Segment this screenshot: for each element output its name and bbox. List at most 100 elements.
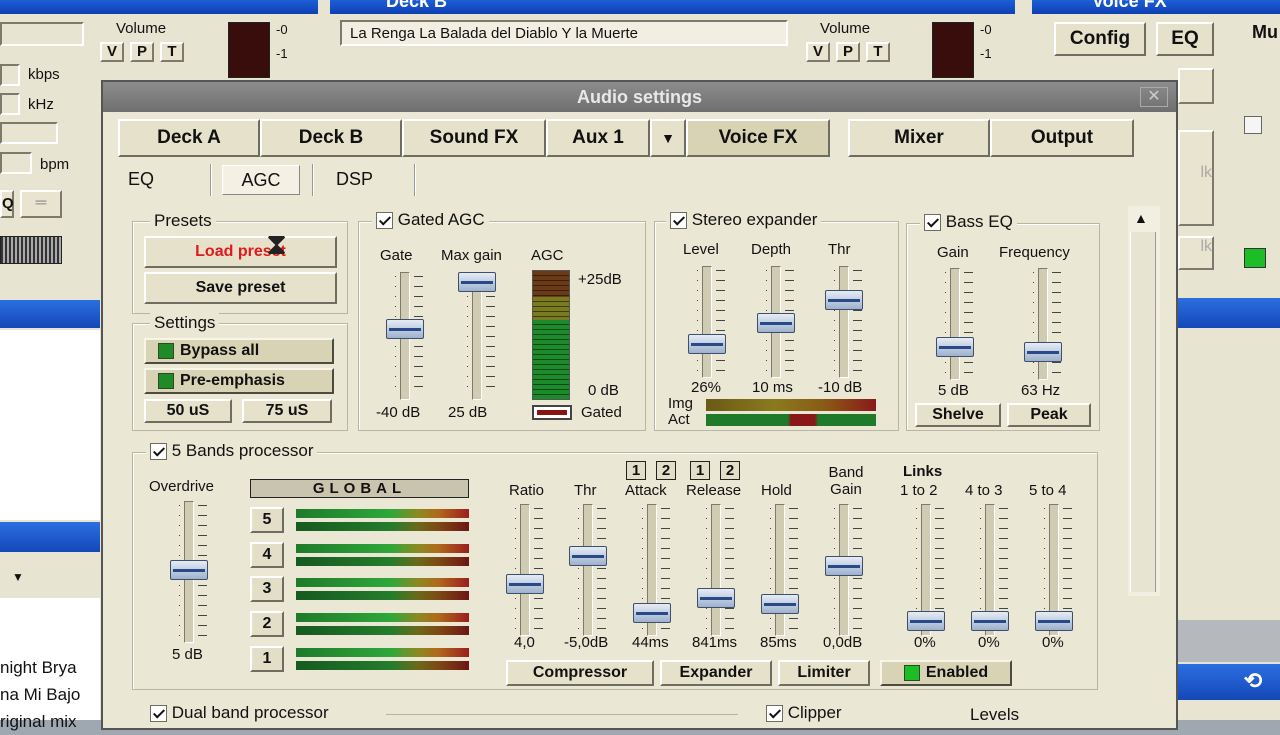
enabled-toggle[interactable]: Enabled [880, 660, 1012, 686]
tab-sound-fx[interactable]: Sound FX [402, 119, 546, 157]
release-slider-track[interactable] [711, 504, 721, 636]
level-slider-track[interactable] [702, 266, 712, 378]
q-button[interactable]: Q [0, 190, 14, 218]
frequency-slider-thumb[interactable] [1024, 342, 1062, 362]
save-preset-button[interactable]: Save preset [144, 272, 337, 304]
band-5-button[interactable]: 5 [250, 507, 284, 533]
link54-slider-thumb[interactable] [1035, 611, 1073, 631]
tab-deck-a[interactable]: Deck A [118, 119, 260, 157]
scroll-thumb[interactable] [1130, 232, 1156, 592]
tab-voice-fx[interactable]: Voice FX [686, 119, 830, 157]
bass-gain-slider-track[interactable] [950, 268, 960, 380]
v-button[interactable]: V [100, 42, 124, 62]
subtab-dsp[interactable]: DSP [336, 169, 373, 190]
close-icon[interactable]: ✕ [1140, 87, 1168, 107]
attack-1-button[interactable]: 1 [626, 461, 646, 480]
agc-meter [532, 270, 570, 400]
v-button[interactable]: V [806, 42, 830, 62]
expander-button[interactable]: Expander [660, 660, 772, 686]
tab-mixer[interactable]: Mixer [848, 119, 990, 157]
bands-thr-slider-thumb[interactable] [569, 546, 607, 566]
maxgain-slider-thumb[interactable] [458, 272, 496, 292]
band-gain-value: 0,0dB [823, 634, 863, 651]
equal-button[interactable]: ═ [20, 190, 62, 218]
depth-slider-thumb[interactable] [757, 313, 795, 333]
bypass-all-toggle[interactable]: Bypass all [144, 338, 334, 364]
list-item[interactable]: na Mi Bajo [0, 681, 100, 708]
config-button[interactable]: Config [1054, 22, 1146, 56]
agc-label: AGC [531, 247, 564, 264]
link43-slider-thumb[interactable] [971, 611, 1009, 631]
ratio-slider-thumb[interactable] [506, 574, 544, 594]
pre-emphasis-toggle[interactable]: Pre-emphasis [144, 368, 334, 394]
dual-band-group-line [386, 714, 738, 715]
ratio-slider-track[interactable] [520, 504, 530, 636]
frequency-slider-track[interactable] [1038, 268, 1048, 380]
chevron-down-icon[interactable]: ▼ [12, 570, 24, 584]
hold-slider-thumb[interactable] [761, 594, 799, 614]
band-2-button[interactable]: 2 [250, 611, 284, 637]
vu-ticks-left: -0 -1 [276, 18, 288, 66]
clipper-checkbox[interactable] [766, 705, 783, 723]
bass-eq-checkbox[interactable] [924, 214, 941, 232]
attack-slider-thumb[interactable] [633, 603, 671, 623]
release-2-button[interactable]: 2 [720, 461, 740, 480]
hold-slider-track[interactable] [775, 504, 785, 636]
link-1to2-label: 1 to 2 [900, 482, 938, 499]
band-gain-slider-thumb[interactable] [825, 556, 863, 576]
stereo-expander-header: Stereo expander [666, 210, 822, 230]
band-1-button[interactable]: 1 [250, 646, 284, 672]
attack-value: 44ms [632, 634, 669, 651]
gate-slider-thumb[interactable] [386, 319, 424, 339]
shelve-button[interactable]: Shelve [915, 403, 1001, 427]
compressor-button[interactable]: Compressor [506, 660, 654, 686]
voice-eq-button[interactable]: EQ [1156, 22, 1214, 56]
peak-button[interactable]: Peak [1007, 403, 1091, 427]
scroll-up-arrow-icon[interactable]: ▲ [1134, 210, 1148, 226]
agc-meter-amber [533, 296, 569, 320]
link54-value: 0% [1042, 634, 1064, 651]
p-button[interactable]: P [130, 42, 154, 62]
load-preset-button[interactable]: Load preset [144, 236, 337, 268]
attack-2-button[interactable]: 2 [656, 461, 676, 480]
band-4-button[interactable]: 4 [250, 542, 284, 568]
t-button[interactable]: T [160, 42, 184, 62]
right-small-check[interactable] [1244, 116, 1262, 134]
p-button[interactable]: P [836, 42, 860, 62]
vertical-scrollbar[interactable]: ▲ [1128, 206, 1160, 596]
deck-a-track-field[interactable] [0, 22, 84, 46]
list-item[interactable]: riginal mix [0, 708, 100, 735]
release-1-button[interactable]: 1 [690, 461, 710, 480]
talk-button-1[interactable]: lk [1178, 130, 1214, 226]
level-slider-thumb[interactable] [688, 334, 726, 354]
stereo-thr-slider-track[interactable] [839, 266, 849, 378]
dual-band-checkbox[interactable] [150, 705, 167, 723]
talk-button-2[interactable]: lk [1178, 236, 1214, 270]
t-button[interactable]: T [866, 42, 890, 62]
gated-indicator [532, 405, 572, 420]
link12-slider-thumb[interactable] [907, 611, 945, 631]
bypass-label: Bypass all [180, 342, 260, 359]
stereo-expander-checkbox[interactable] [670, 212, 687, 230]
release-slider-thumb[interactable] [697, 588, 735, 608]
gated-agc-checkbox[interactable] [376, 212, 393, 230]
voice-side-btn-1[interactable] [1178, 68, 1214, 104]
band-3-button[interactable]: 3 [250, 576, 284, 602]
tab-aux-1[interactable]: Aux 1 [546, 119, 650, 157]
tab-deck-b[interactable]: Deck B [260, 119, 402, 157]
overdrive-slider-thumb[interactable] [170, 560, 208, 580]
bass-gain-slider-thumb[interactable] [936, 337, 974, 357]
max-gain-label: Max gain [441, 247, 502, 264]
five-bands-checkbox[interactable] [150, 443, 167, 461]
subtab-agc[interactable]: AGC [222, 165, 300, 195]
aux-dropdown-button[interactable]: ▼ [650, 119, 686, 157]
stereo-thr-slider-thumb[interactable] [825, 290, 863, 310]
bands-thr-slider-track[interactable] [583, 504, 593, 636]
list-item[interactable]: night Brya [0, 654, 100, 681]
limiter-button[interactable]: Limiter [778, 660, 870, 686]
50us-button[interactable]: 50 uS [144, 399, 232, 423]
refresh-icon[interactable]: ⟲ [1238, 668, 1268, 696]
subtab-eq[interactable]: EQ [128, 169, 154, 190]
tab-output[interactable]: Output [990, 119, 1134, 157]
75us-button[interactable]: 75 uS [242, 399, 332, 423]
